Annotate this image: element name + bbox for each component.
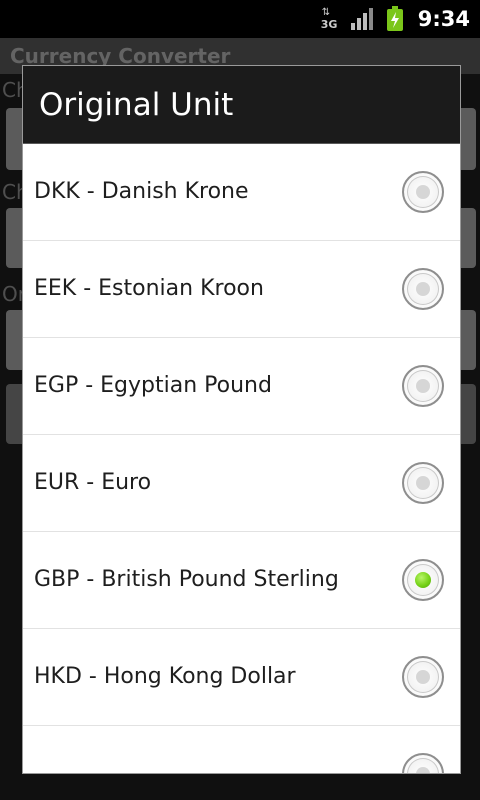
status-icons: ⇅ 3G 9:34 [318, 0, 470, 38]
option-label: GBP - British Pound Sterling [34, 567, 339, 592]
option-label: HKD - Hong Kong Dollar [34, 664, 296, 689]
status-time: 9:34 [417, 7, 470, 31]
radio-button[interactable] [402, 753, 444, 773]
list-item[interactable]: EGP - Egyptian Pound [23, 338, 460, 435]
signal-icon [350, 8, 373, 30]
list-item[interactable]: DKK - Danish Krone [23, 144, 460, 241]
list-item[interactable]: EUR - Euro [23, 435, 460, 532]
radio-button[interactable] [402, 365, 444, 407]
list-item[interactable]: GBP - British Pound Sterling [23, 532, 460, 629]
original-unit-dialog: Original Unit DKK - Danish Krone EEK - E… [22, 65, 461, 774]
status-bar: ⇅ 3G 9:34 [0, 0, 480, 38]
option-label: EUR - Euro [34, 470, 152, 495]
battery-charging-icon [386, 6, 403, 31]
radio-button[interactable] [402, 171, 444, 213]
option-label: DKK - Danish Krone [34, 179, 249, 204]
radio-button[interactable] [402, 462, 444, 504]
radio-button-selected[interactable] [402, 559, 444, 601]
list-item[interactable]: HKD - Hong Kong Dollar [23, 629, 460, 726]
radio-button[interactable] [402, 268, 444, 310]
dialog-title: Original Unit [23, 66, 460, 144]
list-item[interactable] [23, 726, 460, 773]
option-label: EEK - Estonian Kroon [34, 276, 264, 301]
list-item[interactable]: EEK - Estonian Kroon [23, 241, 460, 338]
option-label: EGP - Egyptian Pound [34, 373, 272, 398]
network-3g-icon: ⇅ 3G [320, 7, 338, 32]
currency-option-list[interactable]: DKK - Danish Krone EEK - Estonian Kroon … [23, 144, 460, 773]
radio-button[interactable] [402, 656, 444, 698]
